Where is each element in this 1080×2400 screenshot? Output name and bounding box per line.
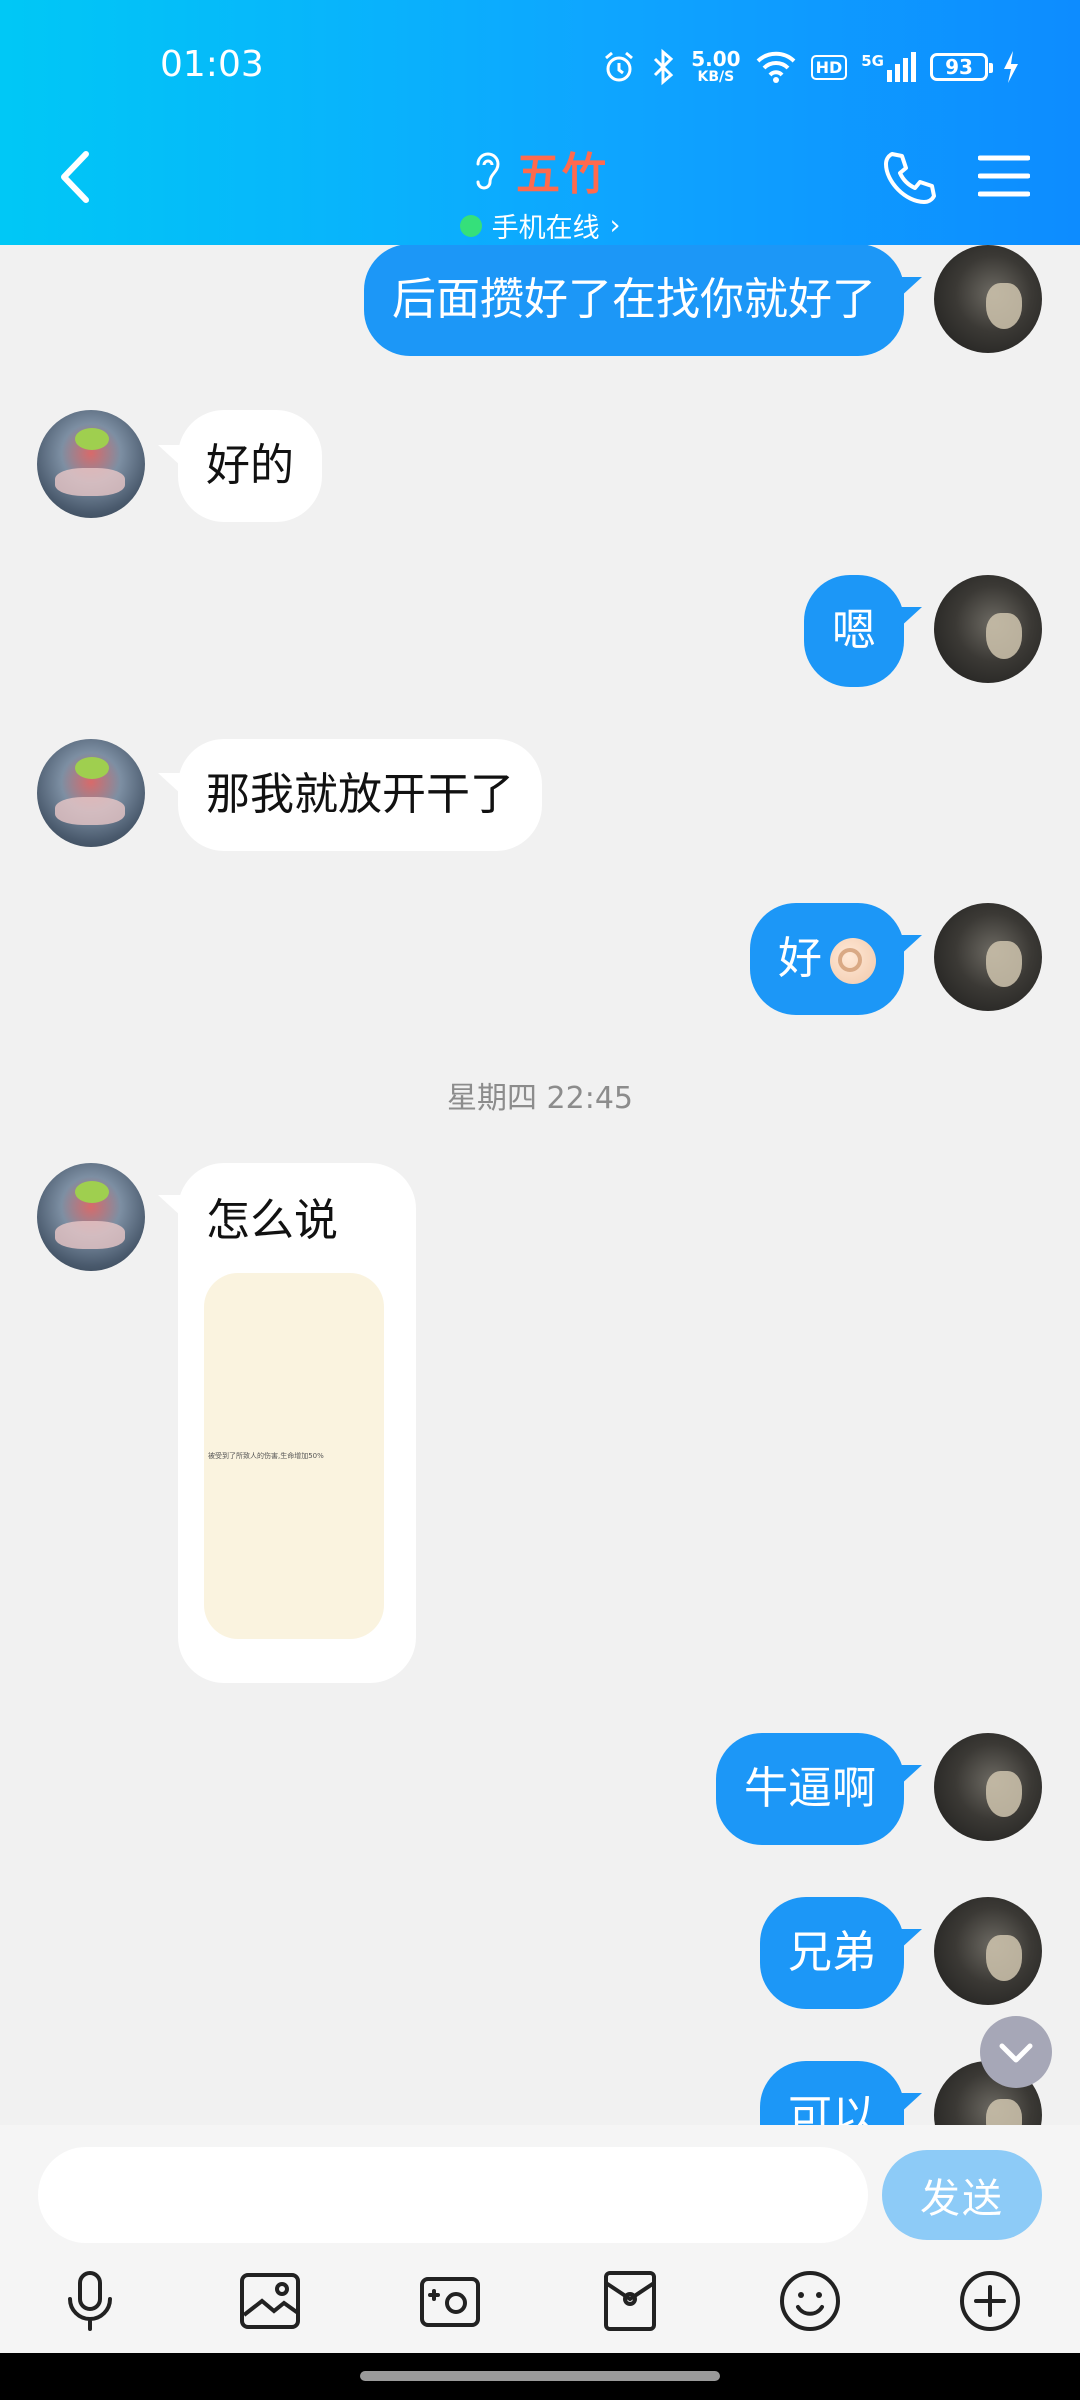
image-caption: 被受到了所致人的伤害,生命增加50%: [208, 1452, 324, 1460]
ok-hand-emoji-icon: [830, 938, 876, 984]
message-list[interactable]: 后面攒好了在找你就好了 好的 嗯 那我就放开干了 好 星期四 22:45 怎么说…: [0, 245, 1080, 2125]
contact-name: 五竹: [516, 149, 608, 200]
menu-button[interactable]: [977, 152, 1031, 200]
contact-avatar[interactable]: [37, 739, 145, 847]
my-avatar[interactable]: [934, 575, 1042, 683]
message-bubble-in[interactable]: 好的: [178, 410, 322, 522]
message-bubble-out[interactable]: 牛逼啊: [716, 1733, 904, 1845]
camera-button[interactable]: [414, 2265, 486, 2337]
message-bubble-out[interactable]: 后面攒好了在找你就好了: [364, 245, 904, 356]
send-button[interactable]: 发送: [882, 2150, 1042, 2240]
red-packet-button[interactable]: [594, 2265, 666, 2337]
status-icons: 5.00 KB/S HD 5G 93: [601, 44, 1020, 90]
plus-icon: [960, 2271, 1020, 2331]
charging-icon: [1004, 51, 1018, 83]
my-avatar[interactable]: [934, 1897, 1042, 2005]
camera-icon: [420, 2277, 480, 2327]
contact-avatar[interactable]: [37, 1163, 145, 1271]
emoji-icon: [780, 2271, 840, 2331]
message-bubble-in[interactable]: 那我就放开干了: [178, 739, 542, 851]
more-button[interactable]: [954, 2265, 1026, 2337]
message-bubble-out[interactable]: 可以: [760, 2061, 904, 2125]
my-avatar[interactable]: [934, 903, 1042, 1011]
call-button[interactable]: [880, 148, 940, 208]
signal-indicator: 5G: [861, 52, 916, 82]
message-bubble-out[interactable]: 嗯: [804, 575, 904, 687]
phone-icon: [884, 152, 936, 204]
online-dot-icon: [459, 214, 482, 237]
image-icon: [240, 2273, 300, 2329]
voice-button[interactable]: [54, 2265, 126, 2337]
ear-icon: [476, 152, 500, 190]
message-input[interactable]: [38, 2147, 868, 2243]
message-bubble-out[interactable]: 好: [750, 903, 904, 1015]
message-bubble-out[interactable]: 兄弟: [760, 1897, 904, 2009]
scroll-to-bottom-button[interactable]: [980, 2016, 1052, 2088]
status-time: 01:03: [160, 44, 264, 85]
message-card-in[interactable]: 怎么说 被受到了所致人的伤害,生命增加50%: [178, 1163, 416, 1683]
bluetooth-icon: [654, 48, 674, 86]
menu-icon: [977, 155, 1031, 197]
contact-avatar[interactable]: [37, 410, 145, 518]
battery-indicator: 93: [930, 53, 993, 81]
message-timestamp: 星期四 22:45: [447, 1081, 633, 1116]
gallery-button[interactable]: [234, 2265, 306, 2337]
my-avatar[interactable]: [934, 1733, 1042, 1841]
red-packet-icon: [604, 2271, 656, 2331]
network-speed: 5.00 KB/S: [691, 47, 741, 85]
wifi-icon: [756, 51, 795, 83]
hd-badge: HD: [810, 54, 848, 80]
emoji-button[interactable]: [774, 2265, 846, 2337]
chat-header: 01:03 5.00 KB/S HD 5G 93 五竹 手机在线 ›: [0, 0, 1080, 245]
card-text: 怎么说: [206, 1195, 338, 1246]
chevron-down-icon: [999, 2043, 1033, 2063]
my-avatar[interactable]: [934, 245, 1042, 353]
home-indicator[interactable]: [360, 2371, 720, 2381]
online-status: 手机在线: [491, 213, 600, 244]
input-area: 发送: [0, 2125, 1080, 2353]
system-nav-bar: [0, 2353, 1080, 2400]
attached-image[interactable]: 被受到了所致人的伤害,生命增加50%: [204, 1273, 384, 1639]
mic-icon: [68, 2271, 112, 2331]
chevron-right-icon: ›: [609, 210, 621, 241]
alarm-icon: [605, 51, 634, 82]
